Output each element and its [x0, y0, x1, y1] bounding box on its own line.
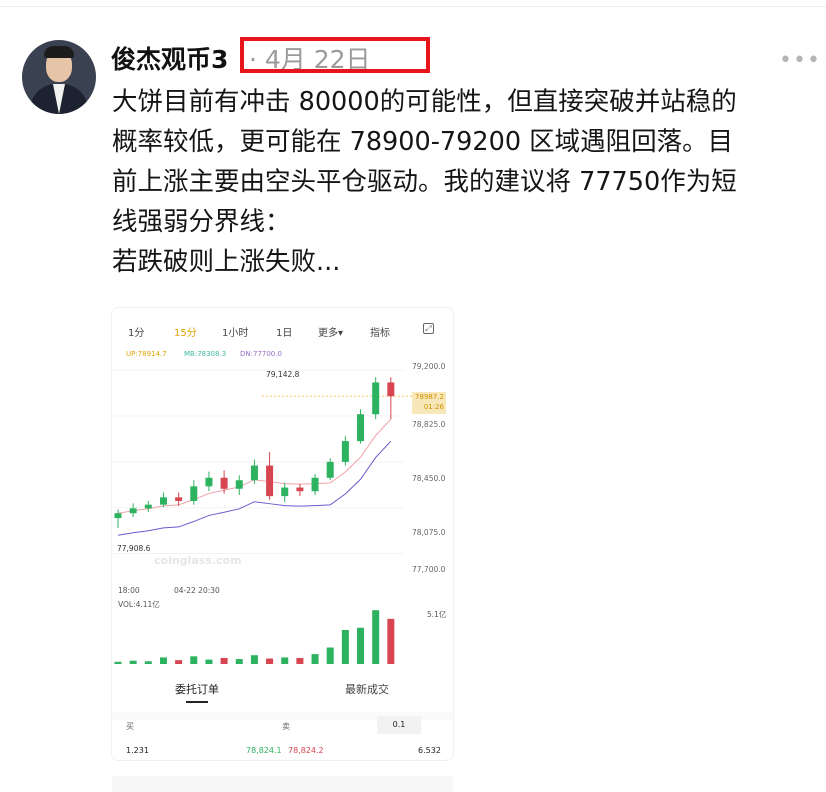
volume-bar — [220, 657, 228, 664]
candle-body — [326, 461, 334, 478]
volume-bar — [387, 618, 395, 664]
low-label: 77,908.6 — [117, 544, 151, 553]
volume-bar — [190, 656, 198, 664]
volume-bar — [175, 660, 183, 664]
candle-body — [235, 480, 243, 489]
high-label: 79,142.8 — [266, 370, 300, 379]
x-tick-label: 04-22 20:30 — [174, 586, 220, 595]
volume-bar — [129, 660, 137, 664]
current-price: 78987.2 — [415, 393, 444, 401]
avatar-hair — [44, 46, 74, 58]
volume-bar — [281, 657, 289, 664]
tab-latest-trades[interactable]: 最新成交 — [345, 681, 389, 697]
ask-quantity: 6.532 — [418, 746, 441, 755]
volume-bar — [205, 659, 213, 664]
candle-countdown: 01:26 — [423, 403, 444, 411]
x-tick-label: 18:00 — [118, 586, 140, 595]
y-tick-label: 79,200.0 — [412, 362, 446, 371]
y-tick-label: 78,450.0 — [412, 474, 446, 483]
bid-quantity: 1.231 — [126, 746, 149, 755]
sell-header: 卖 — [282, 722, 290, 731]
ask-price: 78,824.2 — [288, 746, 324, 755]
bid-price: 78,824.1 — [246, 746, 282, 755]
volume-max-label: 5.1亿 — [427, 610, 447, 619]
candle-body — [357, 414, 365, 442]
volume-bar — [235, 659, 243, 664]
candle-body — [144, 504, 152, 509]
current-price-tag: 78987.2 01:26 — [412, 392, 446, 414]
volume-bar — [341, 629, 349, 664]
volume-bar — [326, 647, 334, 664]
chart-screenshot-card[interactable]: 1分 15分 1小时 1日 更多▾ 指标 ⤢ UP:78914.7 MB:783… — [112, 308, 453, 760]
candle-body — [372, 382, 380, 415]
candle-body — [190, 486, 198, 501]
candle-body — [114, 513, 122, 519]
volume-label: VOL:4.11亿 — [118, 600, 160, 609]
lower-band-line — [117, 440, 392, 536]
volume-bar — [357, 627, 365, 664]
candle-body — [341, 441, 349, 462]
username[interactable]: 俊杰观币3 — [111, 40, 228, 76]
top-divider — [0, 6, 826, 7]
candle-body — [159, 497, 167, 505]
candle-body — [175, 497, 183, 501]
y-tick-label: 77,700.0 — [412, 565, 446, 574]
post-line: 若跌破则上涨失败... — [112, 247, 341, 277]
volume-bar — [372, 610, 380, 664]
candlestick-chart[interactable] — [112, 308, 453, 668]
candle-body — [296, 487, 304, 492]
buy-header: 买 — [126, 722, 134, 731]
post-line: 概率较低，更可能在 78900-79200 区域遇阻回落。目 — [112, 127, 734, 157]
candle-body — [220, 477, 228, 489]
more-options-icon[interactable]: ••• — [779, 48, 821, 73]
candle-body — [205, 477, 213, 487]
volume-bar — [159, 657, 167, 664]
next-card-preview — [112, 776, 453, 792]
volume-bar — [296, 657, 304, 664]
y-tick-label: 78,825.0 — [412, 420, 446, 429]
post-line: 线强弱分界线： — [112, 207, 291, 237]
volume-bar — [144, 661, 152, 664]
y-tick-label: 78,075.0 — [412, 528, 446, 537]
date-highlight-box — [240, 37, 430, 73]
avatar[interactable] — [22, 40, 96, 114]
post-text: 大饼目前有冲击 80000的可能性，但直接突破并站稳的 概率较低，更可能在 78… — [112, 82, 812, 282]
candle-body — [250, 465, 258, 481]
candle-body — [129, 508, 137, 514]
post-line: 大饼目前有冲击 80000的可能性，但直接突破并站稳的 — [112, 87, 737, 117]
candle-body — [281, 487, 289, 497]
depth-selector[interactable]: 0.1 — [377, 716, 421, 734]
volume-bar — [266, 658, 274, 664]
post-line: 前上涨主要由空头平仓驱动。我的建议将 77750作为短 — [112, 167, 737, 197]
volume-bar — [250, 655, 258, 664]
candle-body — [311, 477, 319, 492]
tab-order-book[interactable]: 委托订单 — [175, 681, 219, 697]
candle-body — [266, 465, 274, 497]
active-tab-underline — [186, 701, 208, 703]
candle-body — [387, 382, 395, 397]
volume-bar — [114, 661, 122, 664]
volume-bar — [311, 654, 319, 664]
